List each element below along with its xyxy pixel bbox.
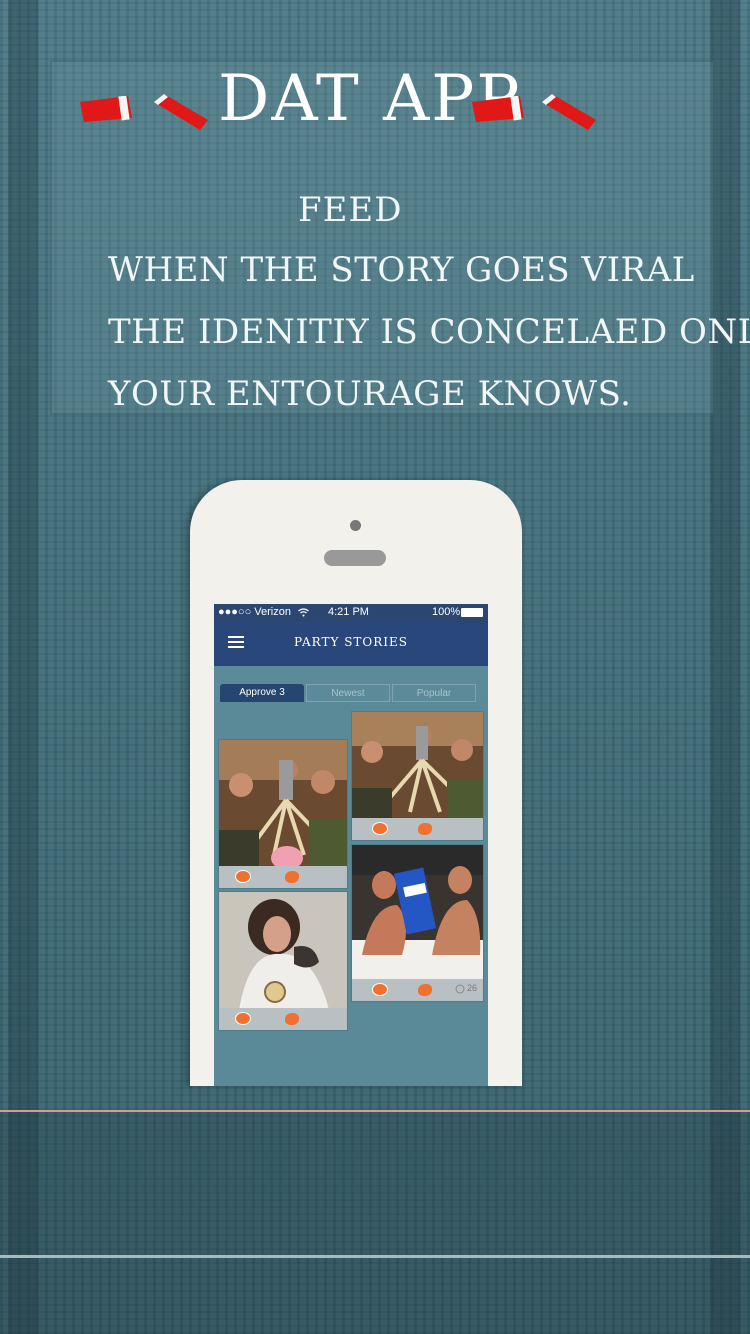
phone-mockup: ●●●○○ Verizon 4:21 PM 100% PARTY STORIES… <box>190 480 522 1086</box>
description-line-1: WHEN THE STORY GOES VIRAL <box>108 250 695 290</box>
red-cup-icon <box>472 96 524 122</box>
feed-card[interactable] <box>218 891 348 1031</box>
card-action-bar <box>219 1008 347 1030</box>
comment-count[interactable]: 26 <box>467 983 477 993</box>
divider-line <box>0 1110 750 1112</box>
card-action-bar <box>219 866 347 888</box>
like-dot-icon[interactable] <box>372 983 388 996</box>
like-dot-icon[interactable] <box>235 870 251 883</box>
party-photo <box>352 712 483 820</box>
party-photo <box>352 845 483 981</box>
like-dot-icon[interactable] <box>372 822 388 835</box>
splat-icon[interactable] <box>418 823 432 835</box>
feed-tabs: Approve 3 Newest Popular <box>220 684 478 702</box>
divider-line <box>0 1255 750 1258</box>
battery-label: 100% <box>432 606 461 618</box>
phone-screen: ●●●○○ Verizon 4:21 PM 100% PARTY STORIES… <box>214 604 488 1086</box>
description-line-2: THE IDENITIY IS CONCELAED ONLY <box>108 312 750 352</box>
tab-popular[interactable]: Popular <box>392 684 476 702</box>
card-action-bar: 26 <box>352 979 483 1001</box>
splat-icon[interactable] <box>285 1013 299 1025</box>
red-cup-icon <box>154 94 208 130</box>
nav-title: PARTY STORIES <box>293 635 409 649</box>
feed-card[interactable] <box>218 739 348 889</box>
nav-bar: PARTY STORIES <box>214 622 488 666</box>
feed-card[interactable]: 26 <box>351 844 484 1002</box>
feed-grid: 26 <box>214 702 488 1086</box>
like-dot-icon[interactable] <box>235 1012 251 1025</box>
party-photo <box>219 892 347 1010</box>
red-cup-icon <box>542 94 596 130</box>
floor-decoration <box>0 1112 750 1334</box>
comment-icon[interactable] <box>455 984 465 994</box>
phone-speaker <box>324 550 386 566</box>
status-bar: ●●●○○ Verizon 4:21 PM 100% <box>214 604 488 622</box>
status-time: 4:21 PM <box>328 606 369 618</box>
red-cup-icon <box>80 96 132 122</box>
splat-icon[interactable] <box>418 984 432 996</box>
battery-icon <box>461 608 483 617</box>
party-photo <box>219 740 347 868</box>
splat-icon[interactable] <box>285 871 299 883</box>
section-subtitle: FEED <box>298 190 403 230</box>
phone-camera <box>350 520 361 531</box>
card-action-bar <box>352 818 483 840</box>
wifi-icon <box>298 608 309 617</box>
carrier-label: ●●●○○ Verizon <box>218 606 291 618</box>
description-line-3: YOUR ENTOURAGE KNOWS. <box>108 374 632 414</box>
tab-newest[interactable]: Newest <box>306 684 390 702</box>
feed-card[interactable] <box>351 711 484 841</box>
tab-approve[interactable]: Approve 3 <box>220 684 304 702</box>
